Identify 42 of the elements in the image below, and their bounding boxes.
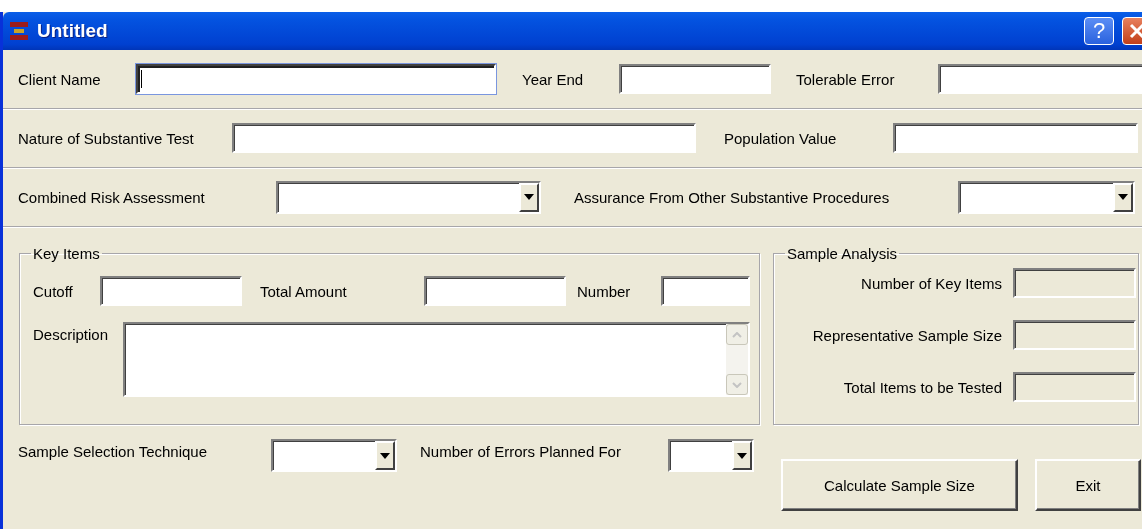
close-icon	[1129, 23, 1142, 39]
dropdown-arrow-icon	[380, 452, 390, 459]
field-label: Total Items to be Tested	[842, 378, 1003, 396]
field-label: Representative Sample Size	[811, 326, 1003, 344]
calculate-button[interactable]: Calculate Sample Size	[781, 459, 1018, 511]
text-field[interactable]	[938, 64, 1142, 94]
field-label: Year End	[522, 70, 585, 88]
text-field[interactable]	[136, 64, 496, 94]
exit-button[interactable]: Exit	[1035, 459, 1141, 511]
help-button[interactable]: ?	[1084, 17, 1114, 45]
field-label: Client Name	[18, 70, 102, 88]
field-label: Cutoff	[33, 282, 74, 300]
field-label: Description	[33, 326, 110, 343]
field-label: Number of Errors Planned For	[420, 443, 622, 460]
field-label: Number	[577, 282, 632, 300]
dropdown[interactable]	[276, 180, 541, 214]
field-label: Combined Risk Assessment	[18, 188, 206, 206]
group-title: Key Items	[32, 245, 101, 262]
dropdown[interactable]	[958, 180, 1135, 214]
window-title: Untitled	[37, 20, 109, 42]
field-label: Total Amount	[260, 282, 348, 300]
text-field[interactable]	[619, 64, 771, 94]
dropdown-arrow-icon	[524, 194, 534, 200]
dropdown-arrow-icon	[1118, 194, 1128, 200]
field-label: Number of Key Items	[860, 274, 1003, 292]
field-label: Tolerable Error	[796, 70, 896, 88]
text-field[interactable]	[100, 276, 242, 306]
text-field[interactable]	[893, 123, 1138, 153]
dropdown[interactable]	[271, 439, 397, 472]
field-label: Assurance From Other Substantive Procedures	[574, 188, 891, 206]
description-area[interactable]	[123, 322, 750, 397]
app-logo-icon	[9, 20, 29, 42]
dropdown[interactable]	[668, 439, 754, 472]
text-field[interactable]	[232, 123, 696, 153]
text-field[interactable]	[424, 276, 566, 306]
field-label: Population Value	[724, 129, 838, 147]
text-field[interactable]	[661, 276, 750, 306]
dropdown-arrow-icon	[737, 452, 747, 459]
group-title: Sample Analysis	[786, 245, 899, 262]
field-label: Sample Selection Technique	[18, 443, 209, 460]
field-label: Nature of Substantive Test	[18, 129, 195, 147]
text-cursor	[141, 70, 142, 88]
